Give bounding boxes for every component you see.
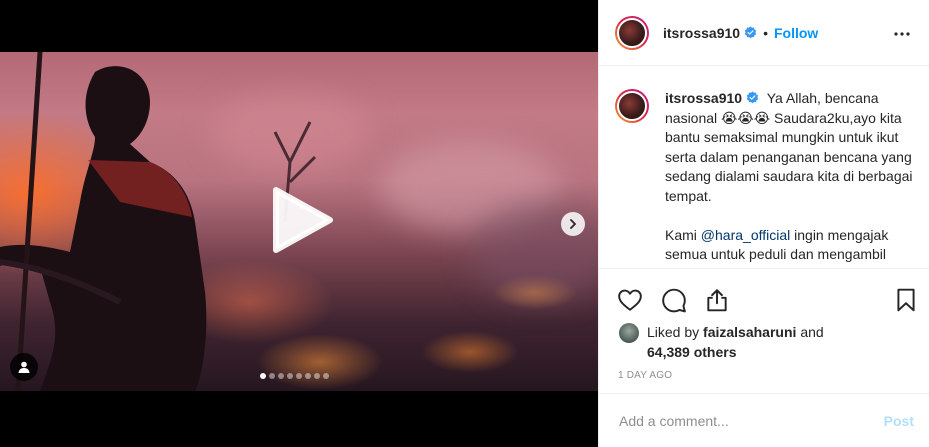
share-icon — [707, 289, 727, 312]
comment-bar: Post — [599, 393, 929, 447]
carousel-dot — [269, 373, 275, 379]
likes-and: and — [800, 324, 824, 340]
carousel-dot — [314, 373, 320, 379]
carousel-dot — [323, 373, 329, 379]
liker-username[interactable]: faizalsaharuni — [703, 324, 796, 340]
caption-body-2-prefix: Kami — [665, 226, 697, 243]
carousel-dot — [260, 373, 266, 379]
carousel-dot — [287, 373, 293, 379]
avatar[interactable] — [615, 89, 649, 123]
comment-icon — [662, 288, 686, 313]
caption-username[interactable]: itsrossa910 — [665, 90, 742, 106]
chevron-right-icon — [570, 219, 576, 229]
tagged-users-button[interactable] — [10, 353, 38, 381]
firefighter-silhouette — [0, 52, 207, 391]
avatar[interactable] — [619, 323, 639, 343]
caption-text: itsrossa910 Ya Allah, bencana nasional 😭… — [665, 89, 913, 267]
comment-button[interactable] — [661, 287, 687, 313]
caption-section: itsrossa910 Ya Allah, bencana nasional 😭… — [599, 67, 929, 267]
more-options-icon — [894, 32, 910, 36]
play-button[interactable] — [270, 186, 334, 254]
likes-summary: Liked by faizalsaharuni and 64,389 other… — [619, 322, 824, 362]
verified-badge-icon — [746, 91, 759, 104]
separator-dot: • — [763, 24, 768, 41]
heart-icon — [618, 289, 642, 311]
caption-body: Ya Allah, bencana nasional 😭😭😭 Saudara2k… — [665, 90, 913, 204]
carousel-dot — [305, 373, 311, 379]
next-slide-button[interactable] — [561, 212, 585, 236]
post-username[interactable]: itsrossa910 — [663, 25, 740, 41]
carousel-dot — [278, 373, 284, 379]
save-button[interactable] — [893, 287, 919, 313]
share-button[interactable] — [704, 287, 730, 313]
comment-input[interactable] — [619, 412, 884, 429]
like-button[interactable] — [617, 287, 643, 313]
carousel-indicator — [260, 373, 329, 379]
likes-text: Liked by faizalsaharuni and 64,389 other… — [647, 322, 824, 362]
post-header: itsrossa910 • Follow — [599, 0, 929, 66]
user-tag-icon — [18, 361, 30, 373]
post-timestamp[interactable]: 1 DAY AGO — [618, 370, 672, 381]
carousel-dot — [296, 373, 302, 379]
post-comment-button[interactable]: Post — [884, 413, 914, 429]
likes-prefix: Liked by — [647, 324, 700, 340]
likes-count[interactable]: 64,389 others — [647, 344, 737, 360]
post-media — [0, 0, 598, 447]
bookmark-icon — [897, 288, 915, 312]
follow-button[interactable]: Follow — [774, 25, 818, 41]
avatar[interactable] — [615, 15, 649, 50]
action-bar — [599, 268, 929, 330]
verified-badge-icon — [744, 26, 757, 39]
play-icon — [273, 187, 333, 253]
more-options-button[interactable] — [890, 24, 914, 44]
mention-link[interactable]: @hara_official — [701, 227, 790, 243]
